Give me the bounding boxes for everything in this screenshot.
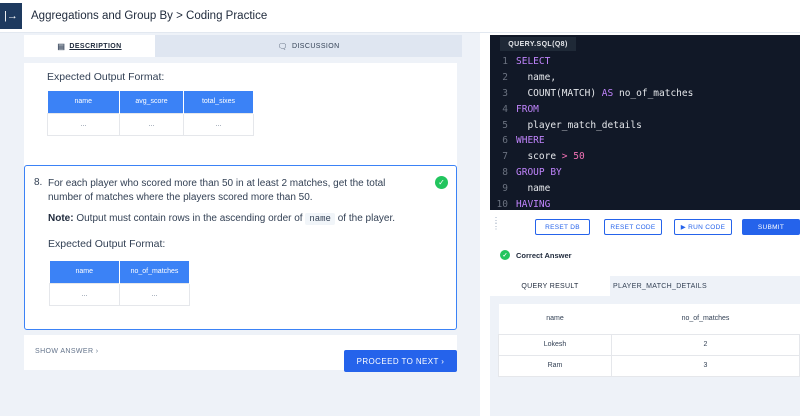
column-header: avg_score	[119, 91, 184, 113]
note-code: name	[305, 213, 335, 225]
query-result-table: name no_of_matches Lokesh 2 Ram 3	[498, 304, 800, 377]
line-number: 5	[502, 119, 508, 131]
code-text: COUNT(MATCH) AS no_of_matches	[516, 87, 694, 99]
tab-discussion-label: DISCUSSION	[292, 42, 340, 50]
editor-file-tab[interactable]: QUERY.SQL(Q8)	[500, 37, 576, 51]
note-text: Output must contain rows in the ascendin…	[73, 213, 306, 224]
table-row: Lokesh 2	[498, 333, 800, 356]
line-number: 1	[502, 56, 508, 68]
chat-icon: 🗨	[277, 41, 288, 51]
sql-number: 50	[573, 151, 585, 163]
reset-db-button[interactable]: RESET DB	[535, 219, 590, 235]
table-cell: Ram	[498, 354, 612, 377]
question-note: Note: Output must contain rows in the as…	[48, 213, 396, 225]
sql-keyword: FROM	[516, 103, 539, 115]
table-cell: ...	[49, 282, 120, 306]
expected-format-table: name no_of_matches ... ...	[49, 261, 190, 306]
show-answer-link[interactable]: SHOW ANSWER ›	[35, 348, 99, 355]
sql-operator: >	[561, 151, 568, 163]
question-text: For each player who scored more than 50 …	[48, 178, 386, 203]
line-number: 7	[502, 151, 508, 163]
code-text: player_match_details	[516, 119, 642, 131]
result-body: name no_of_matches Lokesh 2 Ram 3	[490, 296, 800, 416]
table-cell: 3	[611, 354, 800, 377]
expected-format-table: name avg_score total_sixes ... ... ...	[47, 91, 254, 136]
question-number: 8.	[34, 177, 43, 188]
expected-format-label: Expected Output Format:	[48, 238, 166, 250]
sql-keyword: AS	[601, 87, 614, 99]
table-cell: ...	[47, 112, 120, 136]
column-header: no_of_matches	[611, 304, 800, 335]
line-number: 8	[502, 166, 508, 178]
code-line[interactable]: 3 COUNT(MATCH) AS no_of_matches	[490, 86, 800, 102]
code-text: name	[516, 182, 551, 194]
panel-divider[interactable]	[480, 33, 490, 416]
code-text: score > 50	[516, 151, 585, 163]
check-icon: ✓	[435, 176, 448, 189]
code-line[interactable]: 9 name	[490, 180, 800, 196]
code-line[interactable]: 2 name,	[490, 70, 800, 86]
line-number: 4	[502, 103, 508, 115]
column-header: name	[498, 304, 612, 335]
column-header: name	[47, 91, 120, 113]
sql-keyword: GROUP BY	[516, 166, 562, 178]
correct-answer-status: ✓ Correct Answer	[500, 250, 572, 260]
table-cell: Lokesh	[498, 333, 612, 356]
reset-code-button[interactable]: RESET CODE	[604, 219, 662, 235]
code-line[interactable]: 5 player_match_details	[490, 117, 800, 133]
description-panel: ▤ DESCRIPTION 🗨 DISCUSSION Expected Outp…	[0, 33, 480, 416]
result-tabs: QUERY RESULT PLAYER_MATCH_DETAILS	[490, 276, 800, 296]
tab-discussion[interactable]: 🗨 DISCUSSION	[155, 35, 462, 57]
tab-description-label: DESCRIPTION	[69, 42, 122, 50]
table-row: Ram 3	[498, 354, 800, 377]
status-text: Correct Answer	[516, 250, 572, 260]
sql-keyword: SELECT	[516, 56, 551, 68]
code-line[interactable]: 7 score > 50	[490, 149, 800, 165]
line-number: 6	[502, 135, 508, 147]
code-line[interactable]: 8 GROUP BY	[490, 165, 800, 181]
code-editor[interactable]: QUERY.SQL(Q8) 1 SELECT 2 name, 3 COUNT(MA…	[490, 35, 800, 210]
sql-keyword: HAVING	[516, 198, 551, 210]
result-panel: ✓ Correct Answer QUERY RESULT PLAYER_MAT…	[490, 245, 800, 416]
line-number: 9	[502, 182, 508, 194]
drag-handle-icon[interactable]: ⋮ ⋮	[492, 217, 500, 231]
sidebar-toggle-icon[interactable]: |→	[0, 3, 22, 29]
submit-button[interactable]: SUBMIT	[742, 219, 800, 235]
code-line[interactable]: 10 HAVING	[490, 196, 800, 210]
table-cell: ...	[119, 112, 184, 136]
note-label: Note:	[48, 213, 74, 224]
line-number: 10	[496, 198, 508, 210]
description-icon: ▤	[57, 41, 66, 51]
code-line[interactable]: 6 WHERE	[490, 133, 800, 149]
line-number: 2	[502, 72, 508, 84]
code-text: name,	[516, 72, 557, 84]
description-tabs: ▤ DESCRIPTION 🗨 DISCUSSION	[24, 35, 462, 57]
proceed-to-next-button[interactable]: PROCEED TO NEXT ›	[344, 350, 457, 372]
expected-format-label: Expected Output Format:	[47, 71, 165, 83]
run-code-button[interactable]: ▶ RUN CODE	[674, 219, 732, 235]
code-lines[interactable]: 1 SELECT 2 name, 3 COUNT(MATCH) AS no_of_…	[490, 54, 800, 210]
table-cell: ...	[183, 112, 254, 136]
top-bar: |→ Aggregations and Group By > Coding Pr…	[0, 0, 800, 33]
table-cell: ...	[119, 282, 190, 306]
line-number: 3	[502, 87, 508, 99]
tab-player-match-details[interactable]: PLAYER_MATCH_DETAILS	[610, 276, 710, 296]
editor-actions: ⋮ ⋮ RESET DB RESET CODE ▶ RUN CODE SUBMIT	[490, 210, 800, 245]
page-title: Aggregations and Group By > Coding Pract…	[31, 10, 268, 22]
tab-description[interactable]: ▤ DESCRIPTION	[24, 35, 155, 57]
code-line[interactable]: 1 SELECT	[490, 54, 800, 70]
tab-query-result[interactable]: QUERY RESULT	[490, 276, 610, 296]
success-check-icon: ✓	[500, 250, 510, 260]
note-tail: of the player.	[334, 213, 396, 224]
sql-keyword: WHERE	[516, 135, 545, 147]
code-line[interactable]: 4 FROM	[490, 101, 800, 117]
column-header: no_of_matches	[119, 261, 190, 283]
table-cell: 2	[611, 333, 800, 356]
column-header: total_sixes	[183, 91, 254, 113]
question-card-8: 8. For each player who scored more than …	[24, 165, 457, 330]
column-header: name	[49, 261, 120, 283]
